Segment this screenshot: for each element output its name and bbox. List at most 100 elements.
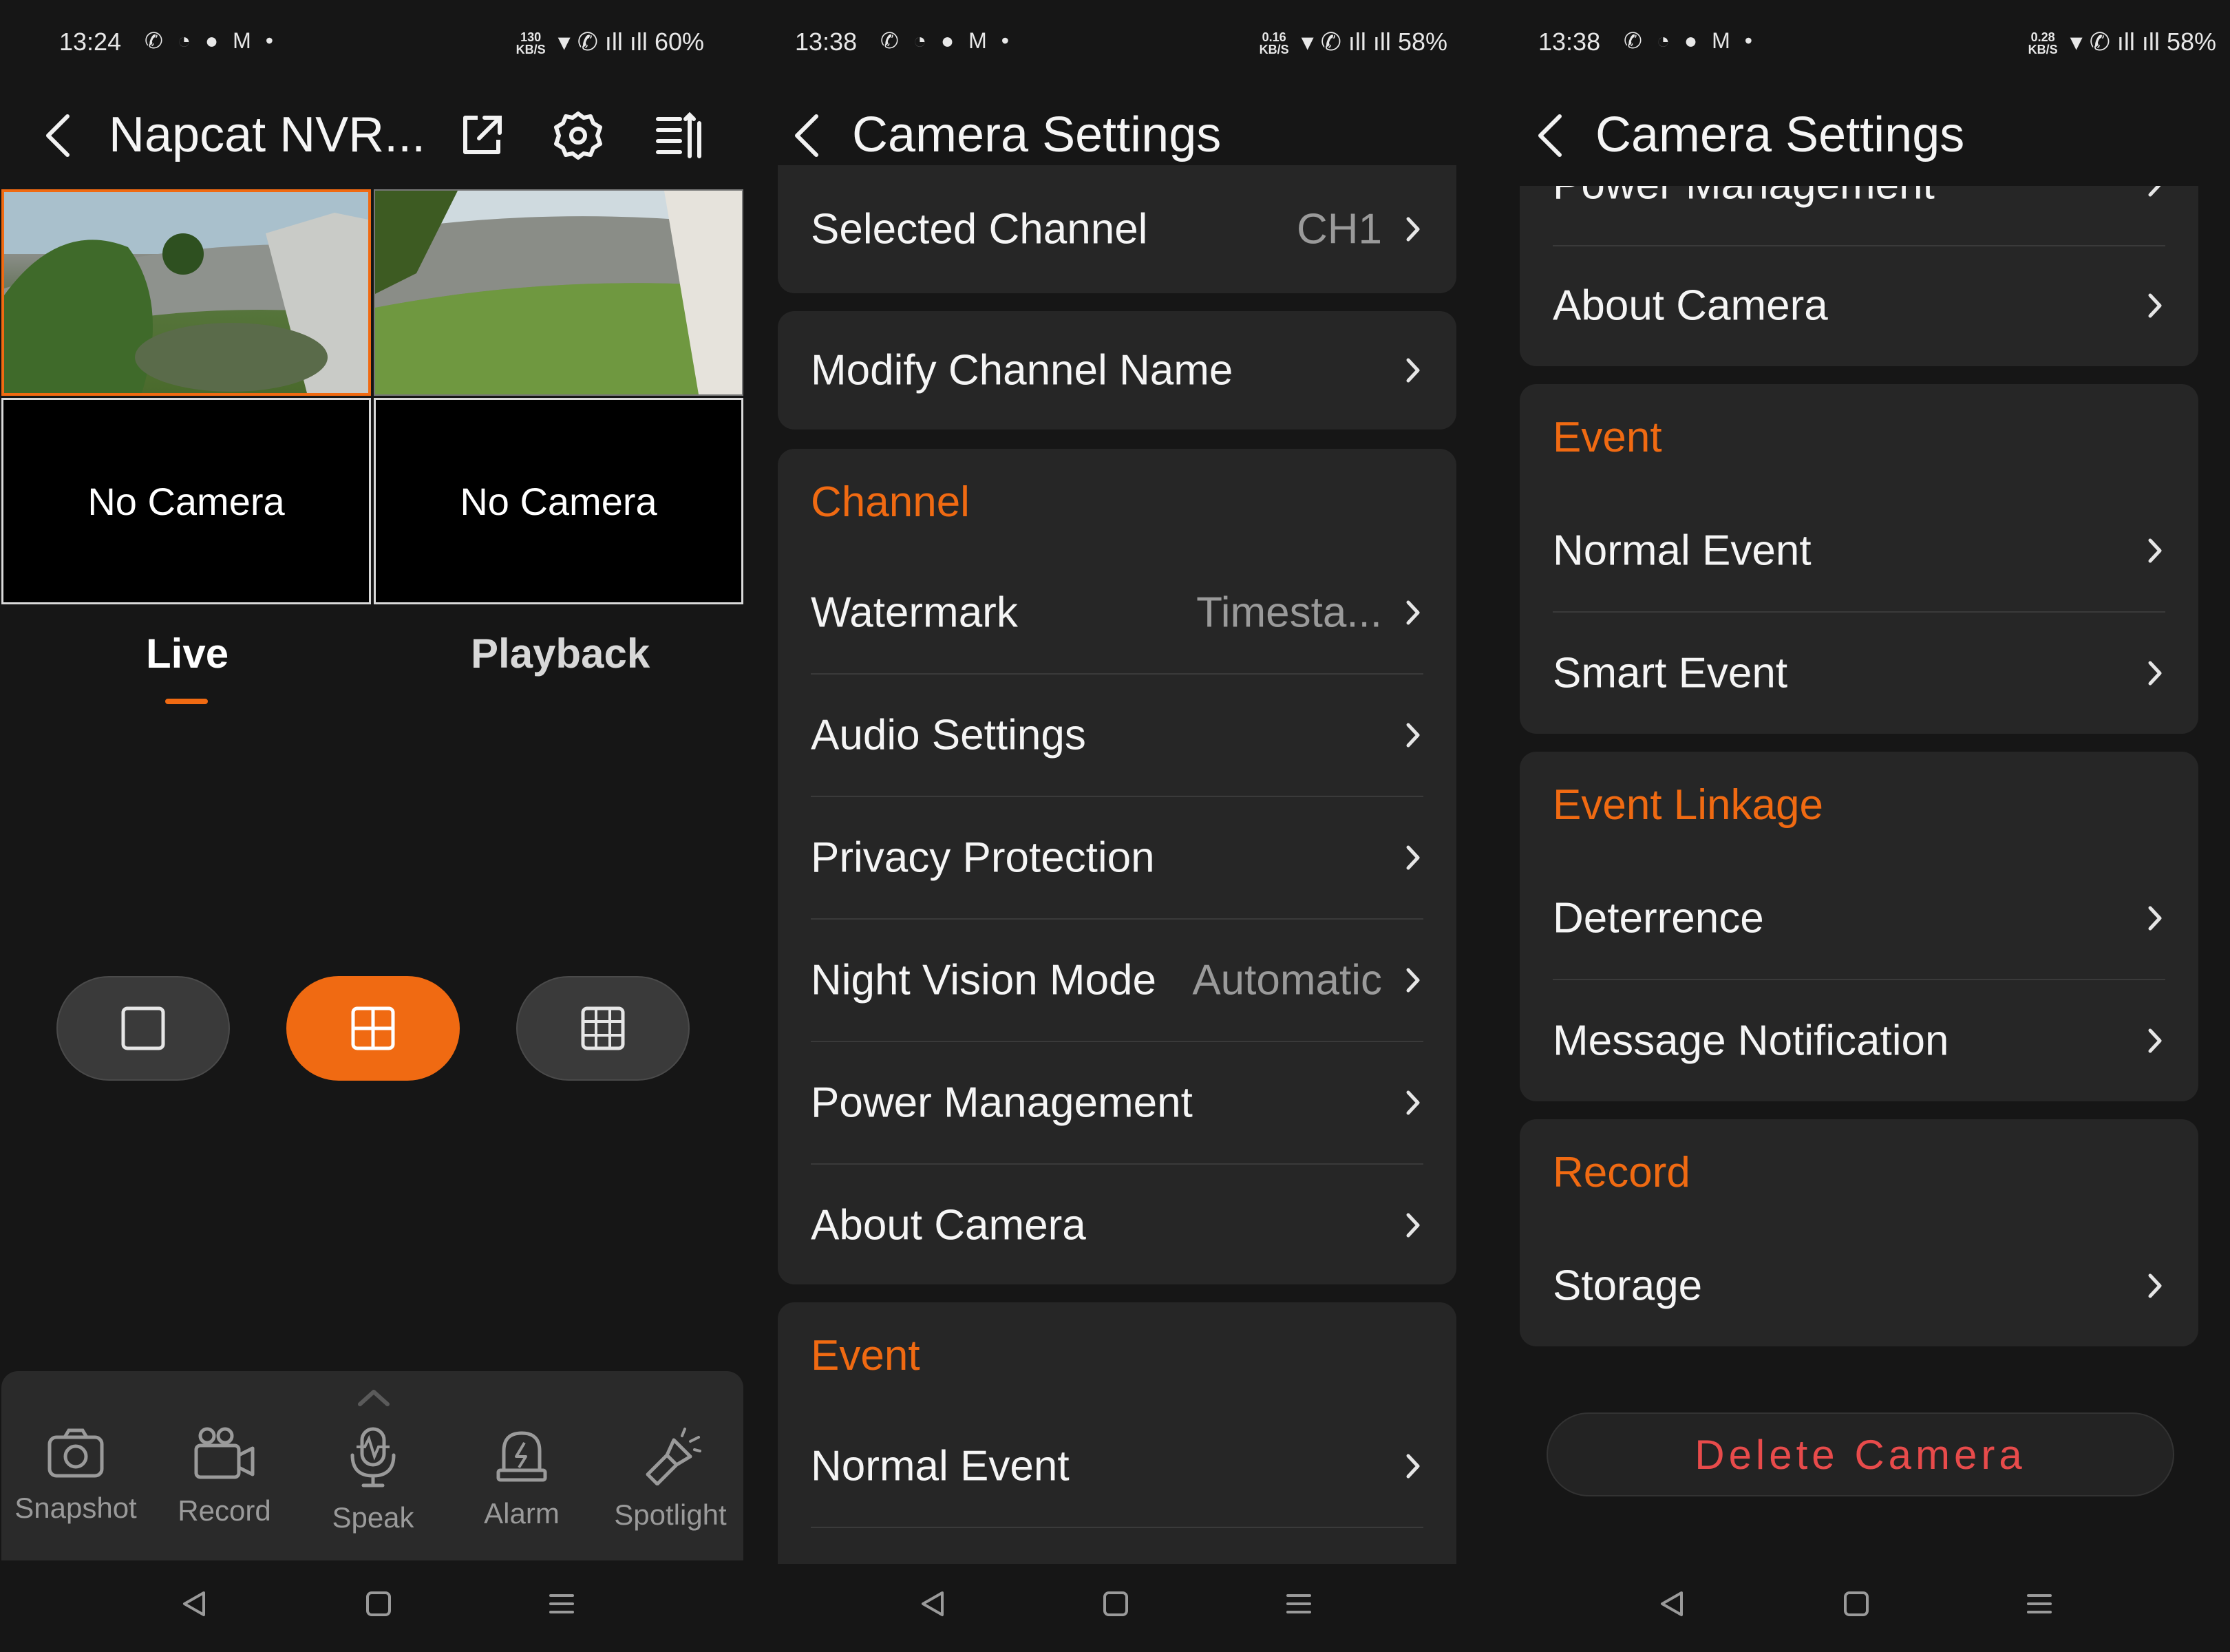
status-time: 13:24 [59,28,122,56]
privacy-protection-row[interactable]: Privacy Protection [811,797,1423,920]
spotlight-button[interactable]: Spotlight [602,1426,739,1532]
camera-feed-1[interactable] [1,189,371,396]
nav-back-icon[interactable] [179,1589,209,1619]
chevron-right-icon [2148,1028,2162,1053]
delete-camera-button[interactable]: Delete Camera [1547,1412,2174,1496]
modify-channel-card: Modify Channel Name [778,311,1456,430]
event-linkage-card: Event Linkage Deterrence Message Notific… [1520,752,2198,1101]
alarm-button[interactable]: Alarm [453,1426,591,1530]
channel-section-title: Channel [811,478,970,526]
nav-back-icon[interactable] [1657,1589,1687,1619]
selected-channel-card: Selected Channel CH1 [778,165,1456,293]
message-notification-label: Message Notification [1553,1017,1949,1065]
modify-channel-name-label: Modify Channel Name [811,346,1233,394]
nav-menu-icon[interactable] [2024,1589,2054,1619]
snapshot-label: Snapshot [14,1492,137,1524]
speak-label: Speak [332,1501,414,1534]
gear-icon[interactable] [551,108,606,163]
night-vision-mode-value: Automatic [1192,956,1382,1004]
network-speed: 0.16 KB/S [1259,30,1289,57]
deterrence-row[interactable]: Deterrence [1553,858,2165,980]
event-linkage-section-title: Event Linkage [1553,781,1823,829]
record-button[interactable]: Record [156,1426,293,1527]
chevron-right-icon [1406,968,1420,993]
layout-quad-button[interactable] [286,976,460,1081]
event-section-title: Event [1553,414,1662,461]
spotlight-label: Spotlight [614,1499,727,1531]
watermark-label: Watermark [811,589,1018,637]
message-notification-row[interactable]: Message Notification [1553,980,2165,1101]
chevron-right-icon [1406,1213,1420,1238]
single-view-icon [121,1006,165,1050]
normal-event-label: Normal Event [1553,527,1812,575]
audio-settings-row[interactable]: Audio Settings [811,675,1423,797]
chevron-right-icon [1406,1090,1420,1115]
signal-icons: ▾ ✆ ıll ıll [1301,28,1391,56]
empty-camera-slot-2[interactable]: No Camera [374,398,743,604]
status-right: 0.16 KB/S ▾ ✆ ıll ıll 58% [1260,28,1447,56]
privacy-protection-label: Privacy Protection [811,834,1155,882]
about-camera-row[interactable]: About Camera [1553,245,2165,366]
event-section-title: Event [811,1332,920,1379]
notification-icons: ✆ ◔ ● M • [880,28,1013,53]
chevron-right-icon [1406,845,1420,870]
smart-event-label: Smart Event [1553,649,1788,697]
nav-home-icon[interactable] [1841,1589,1871,1619]
nav-home-icon[interactable] [363,1589,394,1619]
normal-event-row[interactable]: Normal Event [1553,490,2165,613]
page-title: Napcat NVR... [109,107,426,162]
nav-back-icon[interactable] [917,1589,948,1619]
battery-level: 58% [2166,28,2216,56]
nav-menu-icon[interactable] [1284,1589,1314,1619]
camera-feed-image [4,192,368,393]
about-camera-label: About Camera [811,1201,1086,1249]
nav-menu-icon[interactable] [546,1589,577,1619]
camera-feed-image [375,191,742,394]
alarm-label: Alarm [484,1497,560,1529]
watermark-row[interactable]: Watermark Timesta... [811,552,1423,675]
network-speed: 0.28 KB/S [2028,30,2058,57]
normal-event-label: Normal Event [811,1442,1070,1490]
selected-channel-row[interactable]: Selected Channel CH1 [811,165,1423,293]
empty-camera-slot-1[interactable]: No Camera [1,398,371,604]
layout-nine-button[interactable] [516,976,690,1081]
storage-row[interactable]: Storage [1553,1225,2165,1346]
status-right: 130 KB/S ▾ ✆ ıll ıll 60% [516,28,704,56]
camera-feed-2[interactable] [374,189,743,396]
chevron-up-icon[interactable] [356,1386,392,1408]
tab-live[interactable]: Live [146,630,229,677]
siren-icon [496,1431,547,1482]
storage-label: Storage [1553,1262,1703,1310]
watermark-value: Timesta... [1196,589,1382,637]
system-nav-bar [1489,1561,2230,1652]
chevron-right-icon [1406,600,1420,625]
smart-event-row[interactable]: Smart Event [1553,613,2165,734]
channel-settings-card: Channel Watermark Timesta... Audio Setti… [778,449,1456,1284]
chevron-right-icon [2148,1273,2162,1298]
status-bar: 13:24 ✆ ◔ ● M • 130 KB/S ▾ ✆ ıll ıll 60% [0,21,745,65]
page-title: Camera Settings [1595,107,1965,162]
camera-grid: No Camera No Camera [1,189,743,606]
nav-home-icon[interactable] [1101,1589,1131,1619]
signal-icons: ▾ ✆ ıll ıll [2070,28,2160,56]
system-nav-bar [745,1561,1489,1652]
chevron-right-icon [2148,293,2162,318]
share-icon[interactable] [454,108,509,163]
nine-view-icon [581,1006,625,1050]
tab-playback[interactable]: Playback [471,630,650,677]
back-icon[interactable] [783,108,831,163]
about-camera-row[interactable]: About Camera [811,1165,1423,1286]
speak-button[interactable]: Speak [304,1426,442,1534]
app-header: Camera Settings [1489,89,2230,186]
status-bar: 13:38 ✆ ◔ ● M • 0.16 KB/S ▾ ✆ ıll ıll 58% [745,21,1489,65]
night-vision-mode-row[interactable]: Night Vision Mode Automatic [811,920,1423,1042]
power-management-row[interactable]: Power Management [811,1042,1423,1165]
back-icon[interactable] [1527,108,1575,163]
modify-channel-name-row[interactable]: Modify Channel Name [811,311,1423,430]
snapshot-button[interactable]: Snapshot [7,1426,145,1525]
battery-level: 60% [654,28,704,56]
back-icon[interactable] [34,108,83,163]
list-sort-icon[interactable] [652,108,708,163]
layout-single-button[interactable] [56,976,230,1081]
normal-event-row[interactable]: Normal Event [811,1406,1423,1528]
